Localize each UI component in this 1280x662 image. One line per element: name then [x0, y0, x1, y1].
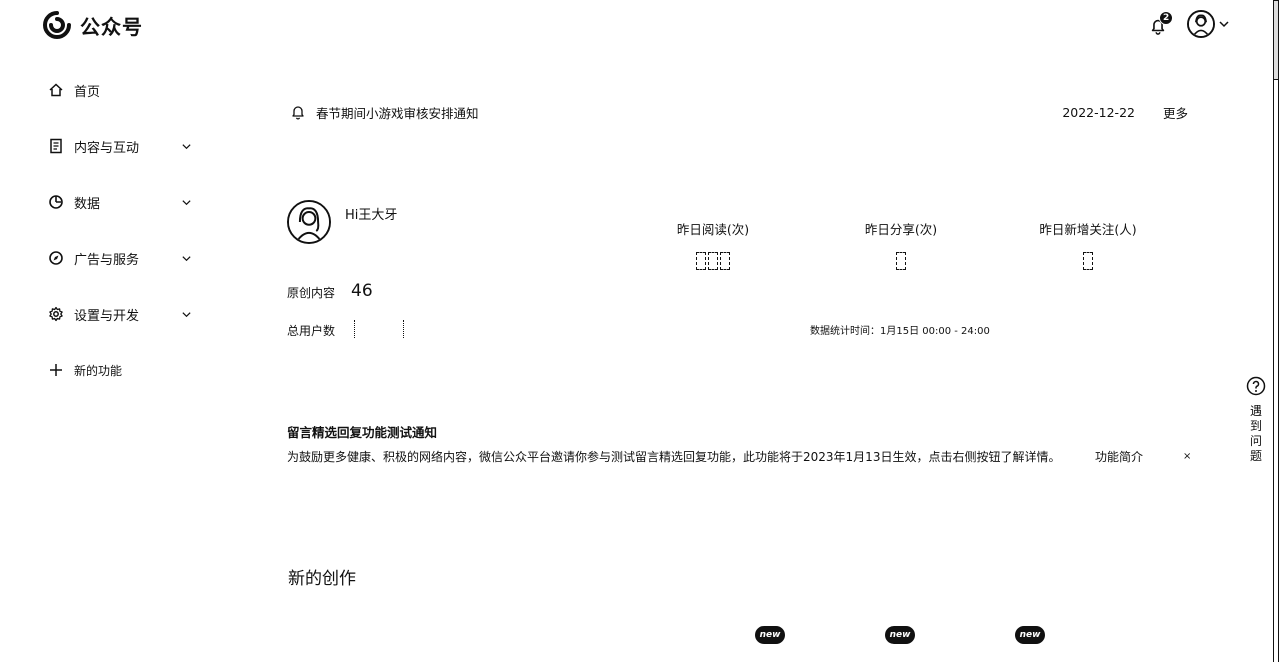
announcement-title[interactable]: 春节期间小游戏审核安排通知 [316, 103, 1062, 122]
sidebar-item-ads[interactable]: 广告与服务 [48, 244, 198, 272]
scrollbar-thumb[interactable] [1273, 0, 1279, 80]
metric-yesterday-shares[interactable]: 昨日分享(次) [841, 219, 961, 272]
sidebar-item-label: 新的功能 [74, 363, 123, 378]
metric-value-hidden [1028, 252, 1148, 272]
metric-label: 昨日分享(次) [864, 222, 938, 237]
close-icon[interactable]: × [1183, 447, 1191, 467]
scrollbar[interactable] [1273, 0, 1279, 662]
account-avatar[interactable] [287, 200, 331, 244]
chevron-down-icon [182, 143, 191, 149]
sidebar-item-label: 广告与服务 [74, 252, 140, 268]
metric-yesterday-new-followers[interactable]: 昨日新增关注(人) [1028, 219, 1148, 272]
pie-chart-icon [49, 195, 63, 209]
plus-icon [50, 364, 62, 376]
sidebar-item-label: 内容与互动 [74, 140, 140, 156]
header-actions: 2 [1149, 10, 1230, 38]
total-users-label: 总用户数 [287, 324, 336, 338]
avatar-portrait-icon [289, 202, 329, 242]
new-badge: new [885, 626, 915, 644]
question-icon [1246, 376, 1266, 396]
bell-icon [292, 106, 304, 120]
document-icon [50, 138, 62, 154]
feature-notice-title: 留言精选回复功能测试通知 [287, 425, 438, 440]
metric-value-hidden [653, 252, 773, 272]
feature-notice-card: 留言精选回复功能测试通知 为鼓励更多健康、积极的网络内容，微信公众平台邀请你参与… [287, 422, 1197, 467]
notification-count-badge: 2 [1159, 11, 1174, 25]
sidebar-item-content[interactable]: 内容与互动 [48, 132, 198, 160]
sidebar-item-home[interactable]: 首页 [48, 76, 198, 104]
stat-time-range: 数据统计时间：1月15日 00:00 - 24:00 [810, 326, 990, 337]
sidebar-item-label: 首页 [74, 84, 101, 100]
original-content-value: 46 [351, 281, 373, 301]
notification-button[interactable]: 2 [1149, 11, 1174, 35]
metric-value-hidden [841, 252, 961, 272]
feature-intro-link[interactable]: 功能简介 [1095, 447, 1143, 467]
user-avatar[interactable] [1187, 10, 1215, 38]
metric-yesterday-reads[interactable]: 昨日阅读(次) [653, 219, 773, 272]
app-logo[interactable]: 公众号 [42, 10, 143, 40]
wechat-logo-icon [43, 11, 71, 39]
feature-notice-description: 为鼓励更多健康、积极的网络内容，微信公众平台邀请你参与测试留言精选回复功能，此功… [287, 450, 1061, 464]
sidebar-item-data[interactable]: 数据 [48, 188, 198, 216]
home-icon [49, 83, 63, 97]
sidebar-item-label: 设置与开发 [74, 308, 140, 324]
section-title-new-creation: 新的创作 [288, 569, 356, 589]
feature-notice-body-row: 为鼓励更多健康、积极的网络内容，微信公众平台邀请你参与测试留言精选回复功能，此功… [287, 447, 1197, 467]
announcement-more-link[interactable]: 更多 [1163, 103, 1188, 122]
metric-label: 昨日新增关注(人) [1039, 222, 1137, 237]
sidebar: 首页 内容与互动 数据 广告与服务 设置与开发 新的功能 [48, 76, 198, 412]
profile-summary: Hi王大牙 [287, 200, 397, 244]
chevron-down-icon [182, 199, 191, 205]
new-badge: new [755, 626, 785, 644]
avatar-portrait-icon [1189, 12, 1213, 36]
sidebar-item-settings[interactable]: 设置与开发 [48, 300, 198, 328]
new-badge: new [1015, 626, 1045, 644]
chevron-down-icon [182, 255, 191, 261]
chevron-down-icon [182, 311, 191, 317]
app-title: 公众号 [80, 14, 143, 39]
compass-icon [49, 251, 63, 265]
gear-icon [49, 306, 63, 322]
total-users-value-hidden [354, 320, 404, 338]
help-button[interactable]: 遇到问题 [1244, 376, 1268, 464]
greeting-text: Hi王大牙 [345, 207, 398, 223]
page: 公众号 2 首页 内容与互动 数据 广告与服务 设置与开发 新的功能 春节期间小… [0, 0, 1280, 662]
sidebar-item-label: 数据 [74, 196, 101, 212]
chevron-down-icon[interactable] [1218, 18, 1230, 30]
original-content-label: 原创内容 [287, 286, 336, 300]
help-label: 遇到问题 [1249, 404, 1262, 463]
announcement-bar: 春节期间小游戏审核安排通知 2022-12-22 更多 [290, 102, 1190, 122]
metric-label: 昨日阅读(次) [676, 222, 750, 237]
announcement-date: 2022-12-22 [1062, 104, 1135, 120]
sidebar-item-new-features[interactable]: 新的功能 [48, 356, 198, 384]
